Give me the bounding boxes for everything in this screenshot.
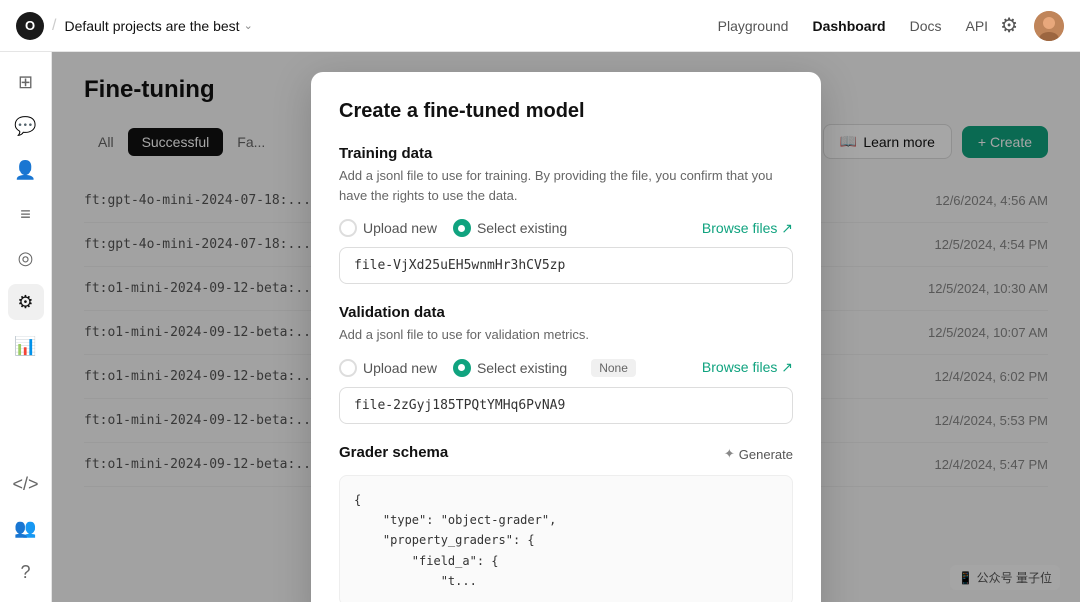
project-chevron-icon: ⌄ — [244, 19, 253, 32]
org-logo[interactable]: O — [16, 12, 44, 40]
validation-browse-link[interactable]: Browse files ↗ — [702, 359, 793, 376]
validation-upload-option[interactable]: Upload new — [339, 359, 437, 377]
nav-playground[interactable]: Playground — [718, 18, 789, 34]
topnav: O / Default projects are the best ⌄ Play… — [0, 0, 1080, 52]
training-upload-option[interactable]: Upload new — [339, 219, 437, 237]
validation-section: Validation data Add a jsonl file to use … — [339, 304, 793, 424]
modal-overlay[interactable]: Create a fine-tuned model Training data … — [52, 52, 1080, 602]
training-browse-link[interactable]: Browse files ↗ — [702, 220, 793, 237]
training-file-value: file-VjXd25uEH5wnmHr3hCV5zp — [339, 247, 793, 284]
validation-select-radio[interactable] — [453, 359, 471, 377]
validation-select-option[interactable]: Select existing — [453, 359, 567, 377]
sidebar: ⊞ 💬 👤 ≡ ◎ ⚙ 📊 </> 👥 ? — [0, 52, 52, 602]
settings-icon[interactable]: ⚙ — [1000, 13, 1018, 38]
validation-desc: Add a jsonl file to use for validation m… — [339, 325, 793, 345]
nav-separator: / — [52, 17, 56, 35]
project-name[interactable]: Default projects are the best ⌄ — [64, 18, 252, 34]
validation-file-value: file-2zGyj185TPQtYMHq6PvNA9 — [339, 387, 793, 424]
training-select-option[interactable]: Select existing — [453, 219, 567, 237]
grader-code-block[interactable]: { "type": "object-grader", "property_gra… — [339, 475, 793, 602]
sidebar-icon-chart[interactable]: 📊 — [8, 328, 44, 364]
training-label: Training data — [339, 145, 793, 162]
avatar[interactable] — [1034, 11, 1064, 41]
nav-docs[interactable]: Docs — [910, 18, 942, 34]
main-content: Fine-tuning All Successful Fa... 📖 Learn… — [52, 52, 1080, 602]
sidebar-icon-monitor[interactable]: ◎ — [8, 240, 44, 276]
sidebar-icon-list[interactable]: ≡ — [8, 196, 44, 232]
training-select-radio[interactable] — [453, 219, 471, 237]
validation-radio-row: Upload new Select existing None Browse f… — [339, 359, 793, 377]
create-modal: Create a fine-tuned model Training data … — [311, 72, 821, 602]
sidebar-icon-home[interactable]: ⊞ — [8, 64, 44, 100]
nav-api[interactable]: API — [965, 18, 988, 34]
sidebar-icon-help[interactable]: ? — [8, 554, 44, 590]
sparkle-icon: ✦ — [724, 446, 735, 462]
modal-title: Create a fine-tuned model — [339, 100, 793, 123]
generate-button[interactable]: ✦ Generate — [724, 446, 793, 462]
training-upload-radio[interactable] — [339, 219, 357, 237]
grader-section: Grader schema ✦ Generate { "type": "obje… — [339, 444, 793, 602]
validation-none-badge: None — [591, 359, 636, 377]
validation-label: Validation data — [339, 304, 793, 321]
sidebar-icon-finetune[interactable]: ⚙ — [8, 284, 44, 320]
grader-label: Grader schema — [339, 444, 448, 461]
grader-header: Grader schema ✦ Generate — [339, 444, 793, 465]
training-section: Training data Add a jsonl file to use fo… — [339, 145, 793, 284]
sidebar-icon-code[interactable]: </> — [8, 466, 44, 502]
sidebar-icon-team[interactable]: 👥 — [8, 510, 44, 546]
sidebar-icon-chat[interactable]: 💬 — [8, 108, 44, 144]
training-radio-row: Upload new Select existing Browse files … — [339, 219, 793, 237]
nav-dashboard[interactable]: Dashboard — [812, 18, 885, 34]
sidebar-icon-users[interactable]: 👤 — [8, 152, 44, 188]
training-desc: Add a jsonl file to use for training. By… — [339, 166, 793, 205]
validation-upload-radio[interactable] — [339, 359, 357, 377]
